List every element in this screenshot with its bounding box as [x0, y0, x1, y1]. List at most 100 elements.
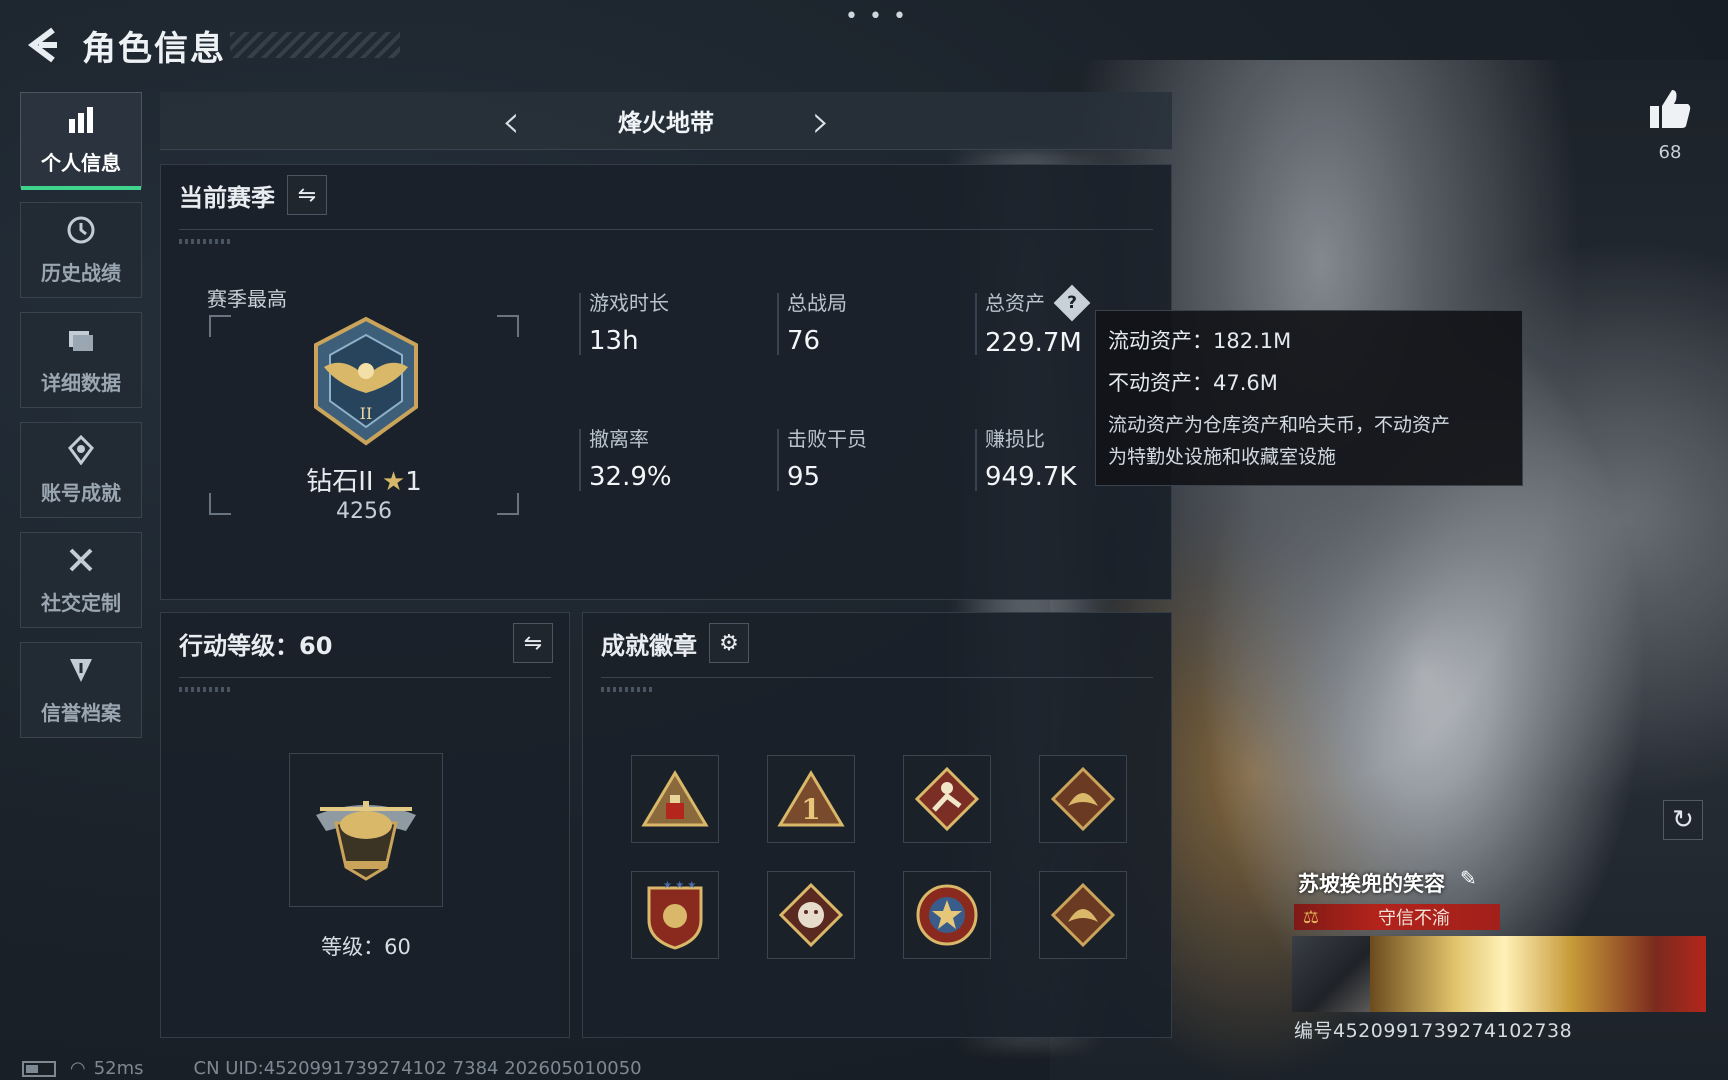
battery-icon — [22, 1060, 56, 1077]
stat-extract-rate: 撤离率 32.9% — [579, 423, 672, 492]
season-switch-button[interactable]: ⇋ — [287, 175, 327, 215]
nav-label: 账号成就 — [41, 480, 121, 505]
wifi-icon: ◠ — [70, 1058, 86, 1079]
back-arrow-icon — [28, 27, 57, 63]
stat-bar — [777, 293, 779, 355]
level-badge[interactable] — [289, 753, 443, 907]
refresh-button[interactable]: ↻ — [1663, 800, 1703, 840]
season-title: 当前赛季 — [179, 183, 275, 212]
more-dots-icon[interactable]: • • • — [845, 4, 908, 29]
mode-next-button[interactable]: › — [791, 92, 851, 150]
level-switch-button[interactable]: ⇋ — [513, 623, 553, 663]
badge-slot[interactable] — [767, 871, 855, 959]
badge-title: 成就徽章 — [601, 631, 697, 660]
star-badge-icon — [916, 884, 978, 946]
nav-item-history[interactable]: 历史战绩 — [20, 202, 142, 298]
player-card: 苏坡挨兜的笑容 ✎ ⚖ 守信不渝 编号4520991739274102738 — [1290, 862, 1710, 1042]
badge-slot[interactable] — [1039, 755, 1127, 843]
stat-label: 总资产 ? — [985, 284, 1091, 321]
nav-item-credit[interactable]: 信誉档案 — [20, 642, 142, 738]
level-text: 等级：60 — [321, 935, 411, 959]
honor-bar: ⚖ 守信不渝 — [1294, 904, 1500, 930]
tools-icon — [66, 545, 96, 581]
badge-slot[interactable]: ★ ★ ★ — [631, 871, 719, 959]
badge-slot[interactable]: 1 — [767, 755, 855, 843]
nav-label: 个人信息 — [41, 150, 121, 175]
gear-icon: ⚙ — [719, 630, 739, 656]
stat-label: 击败干员 — [787, 427, 867, 451]
divider — [179, 229, 1153, 230]
shield-badge-icon: ★ ★ ★ — [647, 880, 703, 950]
page-title: 角色信息 — [82, 28, 226, 69]
stat-label: 游戏时长 — [589, 291, 669, 315]
swap-icon: ⇋ — [523, 630, 543, 656]
stat-label-text: 总资产 — [985, 291, 1045, 315]
status-footer: ◠ 52ms CN UID:4520991739274102 7384 2026… — [22, 1058, 642, 1079]
level-panel-header: 行动等级：60 ⇋ — [179, 623, 553, 663]
folder-icon — [66, 325, 96, 361]
stat-kills: 击败干员 95 — [777, 423, 867, 492]
stat-profit-ratio: 赚损比 949.7K — [975, 423, 1076, 492]
nav-label: 社交定制 — [41, 590, 121, 615]
season-best-label: 赛季最高 — [207, 287, 287, 311]
stat-label: 总战局 — [787, 291, 847, 315]
season-panel-header: 当前赛季 ⇋ — [179, 175, 327, 215]
svg-text:1: 1 — [801, 793, 820, 826]
badge-slot[interactable] — [903, 871, 991, 959]
svg-text:II: II — [360, 404, 373, 423]
nav-label: 信誉档案 — [41, 700, 121, 725]
stat-value: 229.7M — [985, 327, 1082, 358]
tooltip-note-1: 流动资产为仓库资产和哈夫币，不动资产 — [1108, 414, 1451, 436]
uid-line: CN UID:4520991739274102 7384 20260501005… — [193, 1058, 642, 1079]
back-button[interactable] — [20, 23, 64, 67]
tooltip-fixed: 不动资产：47.6M — [1108, 371, 1278, 395]
nav-item-detailed-data[interactable]: 详细数据 — [20, 312, 142, 408]
edit-icon[interactable]: ✎ — [1460, 866, 1477, 890]
stat-total-assets: 总资产 ? 229.7M — [975, 284, 1091, 358]
player-uid: 编号4520991739274102738 — [1294, 1020, 1573, 1042]
badge-slot[interactable] — [903, 755, 991, 843]
header: 角色信息 — [20, 20, 400, 70]
swap-icon: ⇋ — [297, 182, 317, 208]
badge-slot[interactable] — [631, 755, 719, 843]
stat-value: 95 — [787, 462, 821, 492]
svg-text:★ ★ ★: ★ ★ ★ — [663, 880, 696, 891]
bar-chart-icon — [66, 105, 96, 141]
sidebar-nav: 个人信息 历史战绩 详细数据 账号成就 社交定制 信誉档案 — [20, 92, 142, 752]
badge-slot[interactable] — [1039, 871, 1127, 959]
level-title: 行动等级：60 — [179, 631, 333, 660]
help-icon[interactable]: ? — [1053, 284, 1091, 321]
helicopter-badge-icon — [316, 801, 416, 881]
stat-total-matches: 总战局 76 — [777, 287, 847, 356]
mode-prev-button[interactable]: ‹ — [481, 92, 541, 150]
beast-badge-icon — [778, 882, 844, 948]
banner-image — [1292, 936, 1370, 1012]
tooltip-liquid: 流动资产：182.1M — [1108, 329, 1292, 353]
divider — [601, 677, 1153, 678]
like-count: 68 — [1658, 142, 1682, 163]
card-banner[interactable] — [1292, 936, 1706, 1012]
dragon-badge-icon — [1050, 882, 1116, 948]
nav-label: 历史战绩 — [41, 260, 121, 285]
stat-value: 32.9% — [589, 462, 672, 492]
nav-item-personal-info[interactable]: 个人信息 — [20, 92, 142, 190]
rank-emblem-icon: II — [314, 316, 418, 446]
credit-icon — [66, 655, 96, 691]
stat-label: 赚损比 — [985, 427, 1045, 451]
decoration — [179, 687, 233, 692]
rank-box: II 钻石II ★1 4256 — [209, 315, 519, 524]
stat-bar — [777, 429, 779, 491]
like-button[interactable]: 68 — [1640, 88, 1700, 163]
nav-item-achievements[interactable]: 账号成就 — [20, 422, 142, 518]
player-name: 苏坡挨兜的笑容 — [1298, 872, 1445, 896]
season-panel: 当前赛季 ⇋ 赛季最高 II 钻石II ★1 4256 游戏时长 13h 总战局 — [160, 164, 1172, 600]
assets-tooltip: 流动资产：182.1M 不动资产：47.6M 流动资产为仓库资产和哈夫币，不动资… — [1095, 310, 1523, 486]
nav-item-social[interactable]: 社交定制 — [20, 532, 142, 628]
mode-switcher: ‹ 烽火地带 › — [160, 92, 1172, 150]
stat-bar — [579, 293, 581, 355]
achievement-icon — [66, 434, 96, 471]
corner — [497, 315, 519, 337]
badge-settings-button[interactable]: ⚙ — [709, 623, 749, 663]
stat-bar — [579, 429, 581, 491]
rank-score: 4256 — [336, 499, 392, 524]
